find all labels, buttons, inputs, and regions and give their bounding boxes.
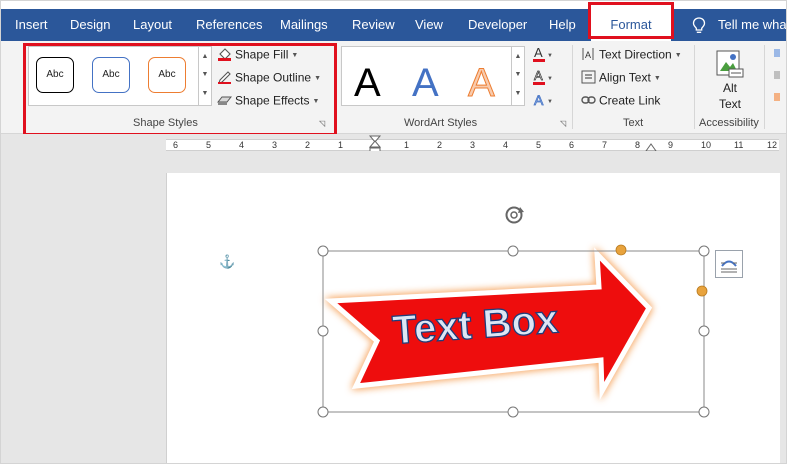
ruler-number: 4 xyxy=(239,140,245,150)
svg-text:▼: ▼ xyxy=(547,99,553,105)
svg-text:A: A xyxy=(534,68,543,83)
group-separator xyxy=(572,45,573,129)
ruler-number: 12 xyxy=(767,140,778,150)
text-direction-icon: A xyxy=(581,47,596,64)
link-icon xyxy=(581,93,596,110)
wordart-style-black[interactable]: A xyxy=(354,61,381,105)
wordart-styles-gallery: A A A ▲ ▼ ▼ xyxy=(341,46,525,106)
create-link-button[interactable]: Create Link xyxy=(581,93,660,110)
text-outline-icon: A ▼ xyxy=(533,68,553,85)
tab-layout[interactable]: Layout xyxy=(133,9,172,41)
svg-text:A: A xyxy=(534,92,544,108)
wordart-more-button[interactable]: ▼ xyxy=(512,86,524,102)
tell-me-search[interactable]: Tell me wha xyxy=(718,9,786,41)
ruler-number: 7 xyxy=(602,140,608,150)
format-tab-highlight xyxy=(588,2,674,39)
wordart-down-button[interactable]: ▼ xyxy=(512,67,524,83)
alt-text-icon xyxy=(716,50,744,78)
ruler-number: 11 xyxy=(734,140,744,150)
tab-review[interactable]: Review xyxy=(352,9,395,41)
horizontal-ruler[interactable]: 6 5 4 3 2 1 1 2 3 4 5 6 7 8 9 10 11 12 xyxy=(166,135,779,155)
layout-options-icon xyxy=(721,260,737,273)
text-outline-button[interactable]: A ▼ xyxy=(532,68,554,89)
shape-styles-group-highlight xyxy=(23,43,337,136)
tab-developer[interactable]: Developer xyxy=(468,9,527,41)
group-separator xyxy=(764,45,765,129)
svg-text:A: A xyxy=(534,45,543,60)
text-group-label: Text xyxy=(623,117,644,129)
ruler-number: 5 xyxy=(536,140,542,150)
tab-references[interactable]: References xyxy=(196,9,262,41)
ruler-number: 2 xyxy=(305,140,311,150)
wordart-launcher-icon[interactable]: ◹ xyxy=(560,119,569,128)
wordart-styles-group-label: WordArt Styles xyxy=(404,117,478,129)
svg-text:▼: ▼ xyxy=(547,53,553,59)
ruler-number: 3 xyxy=(272,140,278,150)
text-direction-button[interactable]: A Text Direction ▼ xyxy=(581,47,682,64)
text-fill-icon: A ▼ xyxy=(533,45,553,62)
ruler-number: 3 xyxy=(470,140,476,150)
layout-options-button[interactable] xyxy=(715,250,743,278)
svg-text:A: A xyxy=(585,50,591,60)
word-window: Insert Design Layout References Mailings… xyxy=(0,0,787,464)
text-effects-button[interactable]: A ▼ xyxy=(532,91,554,112)
accessibility-group-label: Accessibility xyxy=(699,117,759,129)
ruler-number: 6 xyxy=(569,140,575,150)
svg-text:▼: ▼ xyxy=(547,76,553,82)
ruler-number: 8 xyxy=(635,140,641,150)
ruler-number: 1 xyxy=(338,140,344,150)
align-text-button[interactable]: Align Text ▼ xyxy=(581,70,661,87)
wordart-scrollbar: ▲ ▼ ▼ xyxy=(511,47,524,105)
tab-mailings[interactable]: Mailings xyxy=(280,9,328,41)
alt-text-label-line2: Text xyxy=(718,97,741,111)
ruler-number: 5 xyxy=(206,140,212,150)
anchor-icon[interactable]: ⚓ xyxy=(219,254,235,270)
ruler-number: 2 xyxy=(437,140,443,150)
arrange-icon[interactable] xyxy=(774,49,782,109)
ruler-number: 10 xyxy=(701,140,712,150)
ruler-number: 4 xyxy=(503,140,509,150)
ruler-number: 1 xyxy=(404,140,410,150)
tab-design[interactable]: Design xyxy=(70,9,110,41)
alt-text-label-line1: Alt xyxy=(722,81,737,95)
ruler-number: 6 xyxy=(173,140,179,150)
wordart-style-orange[interactable]: A xyxy=(468,61,496,106)
lightbulb-icon xyxy=(692,17,706,33)
wordart-up-button[interactable]: ▲ xyxy=(512,49,524,65)
text-effects-icon: A ▼ xyxy=(534,92,553,109)
wordart-style-blue[interactable]: A xyxy=(412,61,439,105)
align-text-icon xyxy=(581,70,596,87)
tab-view[interactable]: View xyxy=(415,9,443,41)
group-separator xyxy=(694,45,695,129)
alt-text-button[interactable]: Alt Text xyxy=(709,45,751,115)
text-fill-button[interactable]: A ▼ xyxy=(532,45,554,66)
ruler-number: 9 xyxy=(668,140,674,150)
tab-help[interactable]: Help xyxy=(549,9,576,41)
tab-insert[interactable]: Insert xyxy=(15,9,48,41)
